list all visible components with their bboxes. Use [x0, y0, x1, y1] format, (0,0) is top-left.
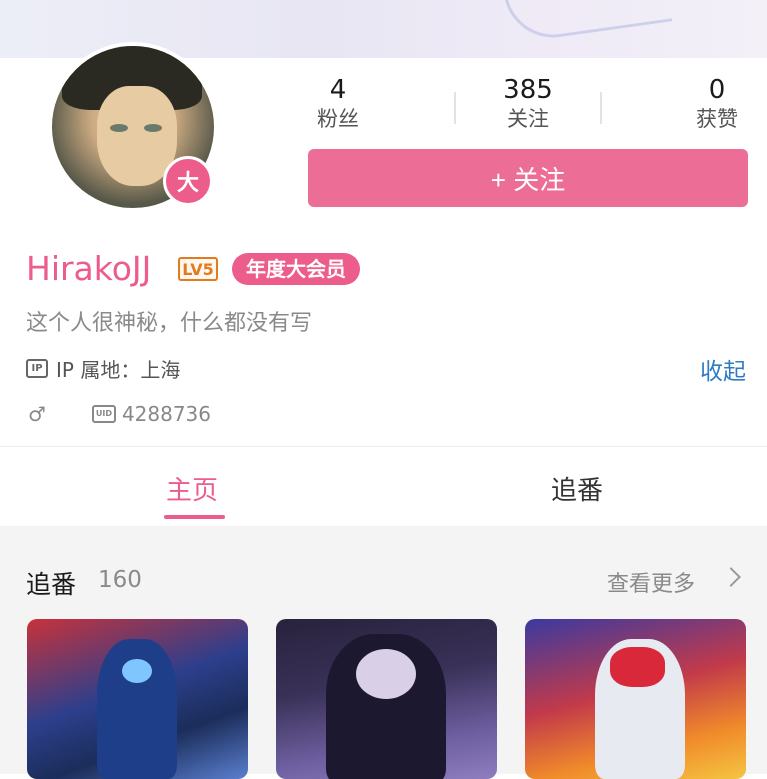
section-divider: [0, 446, 767, 447]
stat-fans-label: 粉丝: [317, 107, 359, 131]
uid-text[interactable]: 4288736: [122, 402, 211, 426]
ip-location-text: IP 属地：上海: [56, 358, 181, 382]
poster-detail: [356, 649, 416, 699]
bangumi-card[interactable]: [27, 619, 248, 779]
poster-detail: [610, 647, 665, 687]
section-count: 160: [98, 567, 142, 593]
avatar-eye-right: [144, 124, 162, 132]
level-badge: LV5: [178, 257, 218, 281]
verified-badge-icon: 大: [163, 156, 213, 206]
tab-bangumi[interactable]: 追番: [551, 470, 603, 507]
stat-likes: 0 获赞: [657, 74, 767, 132]
tab-home[interactable]: 主页: [166, 470, 218, 507]
bangumi-card[interactable]: [525, 619, 746, 779]
avatar-eye-left: [110, 124, 128, 132]
username: HirakoJJ: [26, 249, 152, 288]
ip-location-row: IP IP 属地：上海: [26, 354, 180, 383]
ip-icon: IP: [26, 359, 48, 378]
banner-decoration: [500, 0, 673, 44]
follow-button[interactable]: + 关注: [308, 149, 748, 207]
poster-detail: [122, 659, 152, 683]
section-title: 追番: [26, 570, 77, 599]
stat-following-value: 385: [503, 75, 553, 105]
stat-divider: [454, 92, 456, 124]
stat-fans[interactable]: 4 粉丝: [278, 74, 398, 132]
stat-likes-label: 获赞: [696, 107, 738, 131]
stat-fans-value: 4: [329, 75, 347, 105]
stat-likes-value: 0: [708, 75, 726, 105]
stat-following-label: 关注: [507, 107, 549, 131]
see-more-link[interactable]: 查看更多: [607, 566, 695, 598]
uid-icon: UID: [91, 405, 116, 423]
male-icon: ♂: [28, 402, 46, 426]
stat-divider: [600, 92, 602, 124]
bangumi-card[interactable]: [276, 619, 497, 779]
vip-badge[interactable]: 年度大会员: [232, 253, 360, 285]
collapse-button[interactable]: 收起: [700, 352, 746, 386]
meta-row: ♂ UID 4288736: [28, 402, 211, 426]
bio-text: 这个人很神秘，什么都没有写: [26, 311, 313, 336]
stat-following[interactable]: 385 关注: [468, 74, 588, 132]
active-tab-indicator: [164, 515, 225, 519]
